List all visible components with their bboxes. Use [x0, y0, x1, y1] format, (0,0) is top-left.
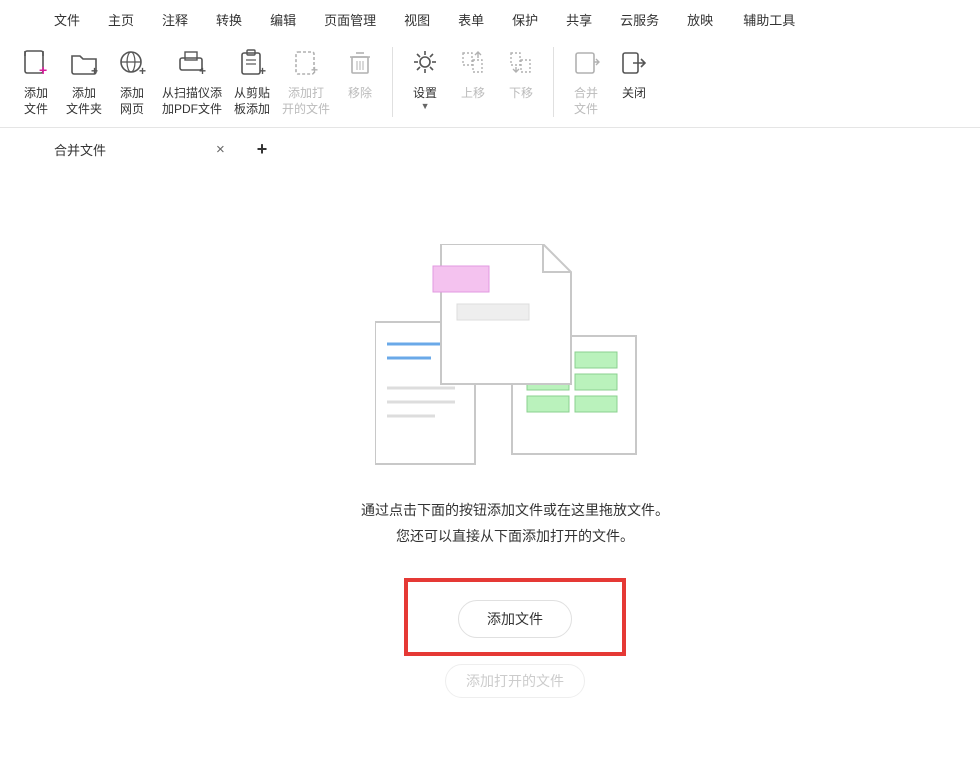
hint-text-2: 您还可以直接从下面添加打开的文件。 — [396, 526, 634, 546]
scanner-icon: + — [176, 47, 208, 79]
add-web-label: 添加 网页 — [120, 85, 144, 117]
settings-label: 设置 — [413, 85, 437, 101]
add-clipboard-label: 从剪贴 板添加 — [234, 85, 270, 117]
hint-text-1: 通过点击下面的按钮添加文件或在这里拖放文件。 — [361, 500, 669, 520]
chevron-down-icon: ▼ — [421, 102, 430, 111]
svg-text:+: + — [311, 63, 318, 77]
menu-accessibility[interactable]: 辅助工具 — [729, 4, 809, 35]
add-web-button[interactable]: + 添加 网页 — [108, 43, 156, 121]
menu-bar: 文件 主页 注释 转换 编辑 页面管理 视图 表单 保护 共享 云服务 放映 辅… — [0, 0, 980, 35]
new-tab-button[interactable]: + — [253, 139, 272, 160]
menu-protect[interactable]: 保护 — [498, 4, 552, 35]
add-scanner-button[interactable]: + 从扫描仪添 加PDF文件 — [156, 43, 228, 121]
svg-text:+: + — [259, 64, 266, 78]
move-down-label: 下移 — [509, 85, 533, 101]
merge-file-label: 合并 文件 — [574, 85, 598, 117]
add-file-label: 添加 文件 — [24, 85, 48, 117]
remove-button: 移除 — [336, 43, 384, 121]
svg-text:+: + — [139, 64, 146, 78]
move-down-icon — [505, 47, 537, 79]
clipboard-icon: + — [236, 47, 268, 79]
move-up-button: 上移 — [449, 43, 497, 121]
documents-illustration — [375, 244, 655, 474]
menu-share[interactable]: 共享 — [552, 4, 606, 35]
menu-file[interactable]: 文件 — [40, 4, 94, 35]
close-button[interactable]: 关闭 — [610, 43, 658, 121]
menu-convert[interactable]: 转换 — [202, 4, 256, 35]
tab-label: 合并文件 — [54, 140, 106, 159]
gear-icon — [409, 47, 441, 79]
add-file-main-button[interactable]: 添加文件 — [458, 600, 572, 638]
menu-view[interactable]: 视图 — [390, 4, 444, 35]
svg-text:+: + — [199, 64, 206, 78]
menu-form[interactable]: 表单 — [444, 4, 498, 35]
svg-text:+: + — [39, 62, 47, 78]
move-down-button: 下移 — [497, 43, 545, 121]
toolbar-separator — [553, 47, 554, 117]
merge-file-button: 合并 文件 — [562, 43, 610, 121]
tab-merge-files[interactable]: 合并文件 × — [36, 134, 239, 165]
merge-icon — [570, 47, 602, 79]
close-label: 关闭 — [622, 85, 646, 101]
globe-icon: + — [116, 47, 148, 79]
add-file-button[interactable]: + 添加 文件 — [12, 43, 60, 121]
add-folder-label: 添加 文件夹 — [66, 85, 102, 117]
menu-home[interactable]: 主页 — [94, 4, 148, 35]
add-folder-icon: + — [68, 47, 100, 79]
toolbar: + 添加 文件 + 添加 文件夹 + 添加 网页 + 从扫描仪添 加PDF文件 … — [0, 35, 980, 128]
highlighted-box: 添加文件 — [404, 578, 626, 656]
toolbar-separator — [392, 47, 393, 117]
menu-page-manage[interactable]: 页面管理 — [310, 4, 390, 35]
move-up-label: 上移 — [461, 85, 485, 101]
exit-icon — [618, 47, 650, 79]
add-open-file-ghost-button: 添加打开的文件 — [445, 664, 585, 698]
menu-comment[interactable]: 注释 — [148, 4, 202, 35]
svg-text:+: + — [91, 64, 98, 78]
add-scanner-label: 从扫描仪添 加PDF文件 — [162, 85, 222, 117]
remove-label: 移除 — [348, 85, 372, 101]
settings-button[interactable]: 设置 ▼ — [401, 43, 449, 121]
close-icon[interactable]: × — [216, 141, 225, 158]
add-open-file-label: 添加打 开的文件 — [282, 85, 330, 117]
menu-present[interactable]: 放映 — [673, 4, 727, 35]
menu-edit[interactable]: 编辑 — [256, 4, 310, 35]
add-open-file-icon: + — [290, 47, 322, 79]
add-folder-button[interactable]: + 添加 文件夹 — [60, 43, 108, 121]
content-area: 通过点击下面的按钮添加文件或在这里拖放文件。 您还可以直接从下面添加打开的文件。… — [0, 164, 980, 753]
add-open-file-button: + 添加打 开的文件 — [276, 43, 336, 121]
add-file-icon: + — [20, 47, 52, 79]
move-up-icon — [457, 47, 489, 79]
tab-bar: 合并文件 × + — [0, 128, 980, 164]
menu-cloud[interactable]: 云服务 — [606, 4, 673, 35]
add-clipboard-button[interactable]: + 从剪贴 板添加 — [228, 43, 276, 121]
trash-icon — [344, 47, 376, 79]
